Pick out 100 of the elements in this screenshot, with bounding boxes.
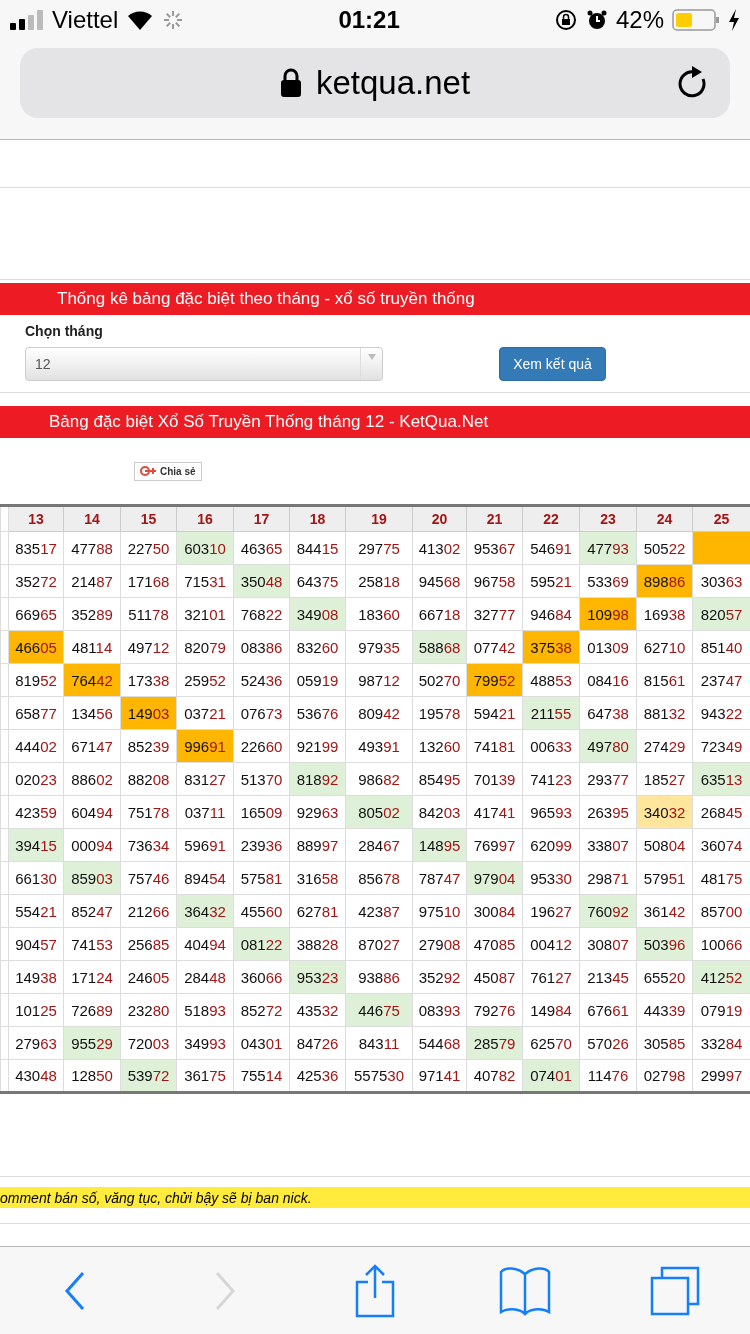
table-cell: 25818 [345, 564, 413, 598]
table-cell: 10125 [8, 993, 64, 1027]
table-cell: 29775 [345, 531, 413, 565]
table-cell: 19578 [412, 696, 467, 730]
table-cell: 51893 [176, 993, 234, 1027]
table-cell: 35289 [63, 597, 121, 631]
table-cell: 23747 [692, 663, 750, 697]
table-cell: 72689 [63, 993, 121, 1027]
table-cell: 50270 [412, 663, 467, 697]
table-cell: 34032 [636, 795, 693, 829]
table-cell: 52436 [233, 663, 290, 697]
table-cell: 12850 [63, 1059, 121, 1093]
table-cell: 43532 [289, 993, 346, 1027]
table-cell: 08386 [233, 630, 290, 664]
table-cell: 94568 [412, 564, 467, 598]
table-cell: 30084 [466, 894, 523, 928]
table-cell: 33284 [692, 1026, 750, 1060]
table-cell: 76997 [466, 828, 523, 862]
table-cell: 88132 [636, 696, 693, 730]
table-cell: 13456 [63, 696, 121, 730]
table-cell: 97141 [412, 1059, 467, 1093]
table-cell: 17338 [120, 663, 177, 697]
table-cell: 94684 [522, 597, 580, 631]
charging-icon [728, 9, 740, 31]
month-select[interactable]: 12 [25, 347, 383, 381]
column-header: 20 [412, 505, 467, 532]
month-label: Chọn tháng [25, 323, 104, 341]
column-header: 21 [466, 505, 523, 532]
table-cell: 67661 [579, 993, 637, 1027]
table-cell: 23280 [120, 993, 177, 1027]
table-cell: 81892 [289, 762, 346, 796]
table-cell: 44339 [636, 993, 693, 1027]
table-cell: 84311 [345, 1026, 413, 1060]
table-cell: 85700 [692, 894, 750, 928]
table-cell: 66965 [8, 597, 64, 631]
column-header: 19 [345, 505, 413, 532]
table-cell: 00412 [522, 927, 580, 961]
table-cell: 38828 [289, 927, 346, 961]
table-cell: 85247 [63, 894, 121, 928]
table-cell: 21155 [522, 696, 580, 730]
table-cell: 28448 [176, 960, 234, 994]
table-cell: 96758 [466, 564, 523, 598]
table-cell: 29377 [579, 762, 637, 796]
table-cell: 84203 [412, 795, 467, 829]
column-header: 16 [176, 505, 234, 532]
table-cell: 14903 [120, 696, 177, 730]
table-cell: 41302 [412, 531, 467, 565]
table-cell: 14895 [412, 828, 467, 862]
table-cell: 60494 [63, 795, 121, 829]
table-cell: 14984 [522, 993, 580, 1027]
table-cell: 17168 [120, 564, 177, 598]
table-cell: 85272 [233, 993, 290, 1027]
table-cell: 00094 [63, 828, 121, 862]
bookmarks-icon[interactable] [499, 1265, 551, 1316]
tabs-icon[interactable] [650, 1265, 700, 1316]
view-results-button[interactable]: Xem kết quả [499, 347, 606, 381]
table-cell: 40494 [176, 927, 234, 961]
table-cell: 01309 [579, 630, 637, 664]
share-button[interactable]: Chia sẻ [134, 461, 202, 481]
table-cell: 31658 [289, 861, 346, 895]
table-cell: 94322 [692, 696, 750, 730]
table-cell: 70139 [466, 762, 523, 796]
table-cell: 28579 [466, 1026, 523, 1060]
table-cell: 21266 [120, 894, 177, 928]
table-cell: 19627 [522, 894, 580, 928]
battery-icon [672, 8, 720, 32]
share-icon[interactable] [355, 1263, 395, 1318]
table-cell: 74153 [63, 927, 121, 961]
column-header: 14 [63, 505, 121, 532]
table-cell: 59421 [466, 696, 523, 730]
table-cell: 45087 [466, 960, 523, 994]
table-cell: 71531 [176, 564, 234, 598]
section-title: Bảng đặc biệt Xổ Số Truyền Thống tháng 12 - KetQua.Net [48, 412, 489, 432]
table-cell: 36066 [233, 960, 290, 994]
back-icon[interactable] [63, 1270, 87, 1311]
table-cell: 33807 [579, 828, 637, 862]
table-cell: 18360 [345, 597, 413, 631]
table-cell: 75514 [233, 1059, 290, 1093]
table-cell: 10998 [579, 597, 637, 631]
table-cell: 35292 [412, 960, 467, 994]
table-cell: 75746 [120, 861, 177, 895]
table-cell: 83127 [176, 762, 234, 796]
table-cell: 27429 [636, 729, 693, 763]
address-bar[interactable]: ketqua.net [20, 48, 730, 118]
table-cell: 89886 [636, 564, 693, 598]
table-cell: 47788 [63, 531, 121, 565]
table-cell: 88208 [120, 762, 177, 796]
table-cell: 32777 [466, 597, 523, 631]
table-cell: 72003 [120, 1026, 177, 1060]
table-cell: 34908 [289, 597, 346, 631]
table-cell: 75178 [120, 795, 177, 829]
table-cell: 24605 [120, 960, 177, 994]
table-cell: 44675 [345, 993, 413, 1027]
table-cell: 36074 [692, 828, 750, 862]
table-cell: 32101 [176, 597, 234, 631]
table-cell: 54468 [412, 1026, 467, 1060]
table-cell: 78747 [412, 861, 467, 895]
column-header: 24 [636, 505, 693, 532]
table-cell: 80942 [345, 696, 413, 730]
alarm-icon [585, 9, 608, 31]
